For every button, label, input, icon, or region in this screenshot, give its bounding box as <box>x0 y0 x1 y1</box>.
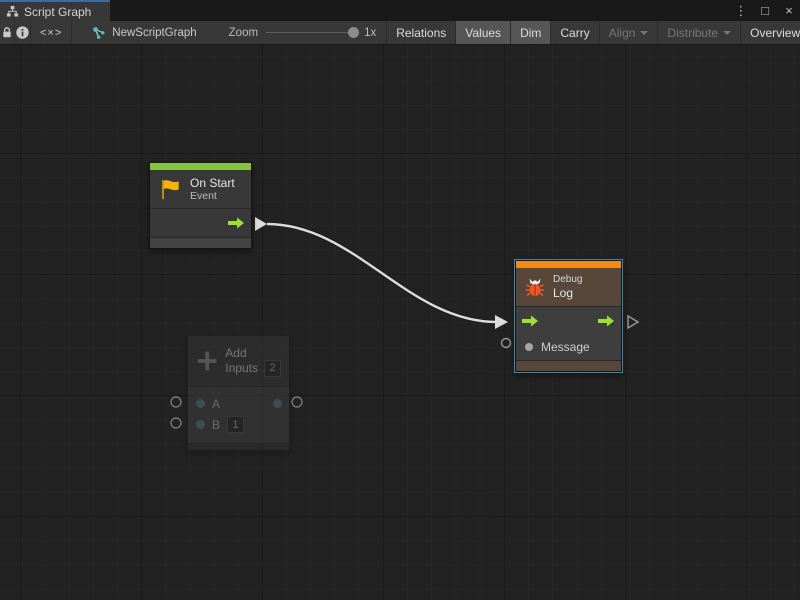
flag-icon <box>158 177 183 202</box>
tab-bar: Script Graph ⋮ □ × <box>0 0 800 21</box>
node-debug-log[interactable]: Debug Log Message <box>515 260 622 372</box>
info-icon <box>15 25 30 40</box>
node-subtitle: Inputs <box>225 361 258 375</box>
carry-button[interactable]: Carry <box>551 21 599 44</box>
info-button[interactable] <box>15 21 31 44</box>
input-b-label: B <box>212 418 220 432</box>
node-on-start[interactable]: On Start Event <box>149 162 252 249</box>
inputs-count-field[interactable]: 2 <box>264 360 281 377</box>
node-title: Log <box>553 286 582 300</box>
distribute-button[interactable]: Distribute <box>658 21 741 44</box>
node-accent-bar <box>516 261 621 268</box>
enter-flow-arrow-icon[interactable] <box>522 314 539 327</box>
log-exit-port[interactable] <box>628 316 638 328</box>
graph-icon <box>6 5 19 18</box>
node-footer <box>150 237 251 248</box>
wire-shadow <box>267 224 497 322</box>
code-icon: <×> <box>40 27 62 39</box>
zoom-slider[interactable] <box>266 32 356 33</box>
align-button[interactable]: Align <box>600 21 659 44</box>
relations-button[interactable]: Relations <box>387 21 456 44</box>
node-footer <box>516 360 621 371</box>
dropdown-caret-icon <box>640 31 648 35</box>
flow-wire[interactable] <box>267 224 497 322</box>
node-footer <box>188 443 289 450</box>
lock-icon <box>0 25 14 40</box>
lock-button[interactable] <box>0 21 15 44</box>
add-output-port[interactable] <box>292 397 302 407</box>
script-graph-window: Script Graph ⋮ □ × <×> <box>0 0 800 600</box>
input-b-field[interactable]: 1 <box>227 416 244 433</box>
graph-toolbar: <×> NewScriptGraph Zoom 1x Relations Val… <box>0 21 800 45</box>
toolbar-toggle-group: Relations Values Dim Carry Align Distrib… <box>386 21 800 44</box>
window-controls: ⋮ □ × <box>734 0 796 21</box>
log-message-port[interactable] <box>502 339 511 348</box>
input-a-dot[interactable] <box>196 399 205 408</box>
close-icon[interactable]: × <box>782 0 796 21</box>
zoom-control: Zoom 1x <box>229 21 377 44</box>
zoom-label: Zoom <box>229 27 258 39</box>
node-title: On Start <box>190 176 235 190</box>
dim-button[interactable]: Dim <box>511 21 551 44</box>
connections-overlay <box>0 45 800 600</box>
exit-flow-arrow-icon[interactable] <box>598 314 615 327</box>
add-input-b-port[interactable] <box>171 418 181 428</box>
menu-icon[interactable]: ⋮ <box>734 0 748 21</box>
graph-name: NewScriptGraph <box>112 27 196 39</box>
maximize-icon[interactable]: □ <box>758 0 772 21</box>
bug-icon <box>524 276 546 298</box>
tab-title: Script Graph <box>24 5 91 19</box>
message-port-dot[interactable] <box>525 343 533 351</box>
exit-flow-arrow-icon[interactable] <box>228 217 245 230</box>
input-b-dot[interactable] <box>196 420 205 429</box>
message-port-label: Message <box>541 340 590 354</box>
output-dot[interactable] <box>273 399 282 408</box>
node-kind: Debug <box>553 274 582 286</box>
zoom-value: 1x <box>364 27 376 39</box>
zoom-slider-handle[interactable] <box>348 27 359 38</box>
input-a-label: A <box>212 397 220 411</box>
node-subtitle: Event <box>190 190 235 203</box>
graph-canvas[interactable]: On Start Event <box>0 45 800 600</box>
add-input-a-port[interactable] <box>171 397 181 407</box>
node-accent-bar <box>150 163 251 170</box>
graph-asset-button[interactable]: NewScriptGraph <box>86 21 202 44</box>
dropdown-caret-icon <box>723 31 731 35</box>
values-button[interactable]: Values <box>456 21 511 44</box>
graph-asset-icon <box>92 26 106 40</box>
node-title: Add <box>225 346 281 360</box>
overview-button[interactable]: Overview <box>741 21 800 44</box>
node-add[interactable]: Add Inputs 2 A B 1 <box>187 335 290 451</box>
log-enter-port[interactable] <box>495 315 508 329</box>
tab-script-graph[interactable]: Script Graph <box>0 0 110 21</box>
plus-icon <box>196 349 218 373</box>
code-button[interactable]: <×> <box>31 21 72 44</box>
on-start-exit-port[interactable] <box>255 217 267 231</box>
